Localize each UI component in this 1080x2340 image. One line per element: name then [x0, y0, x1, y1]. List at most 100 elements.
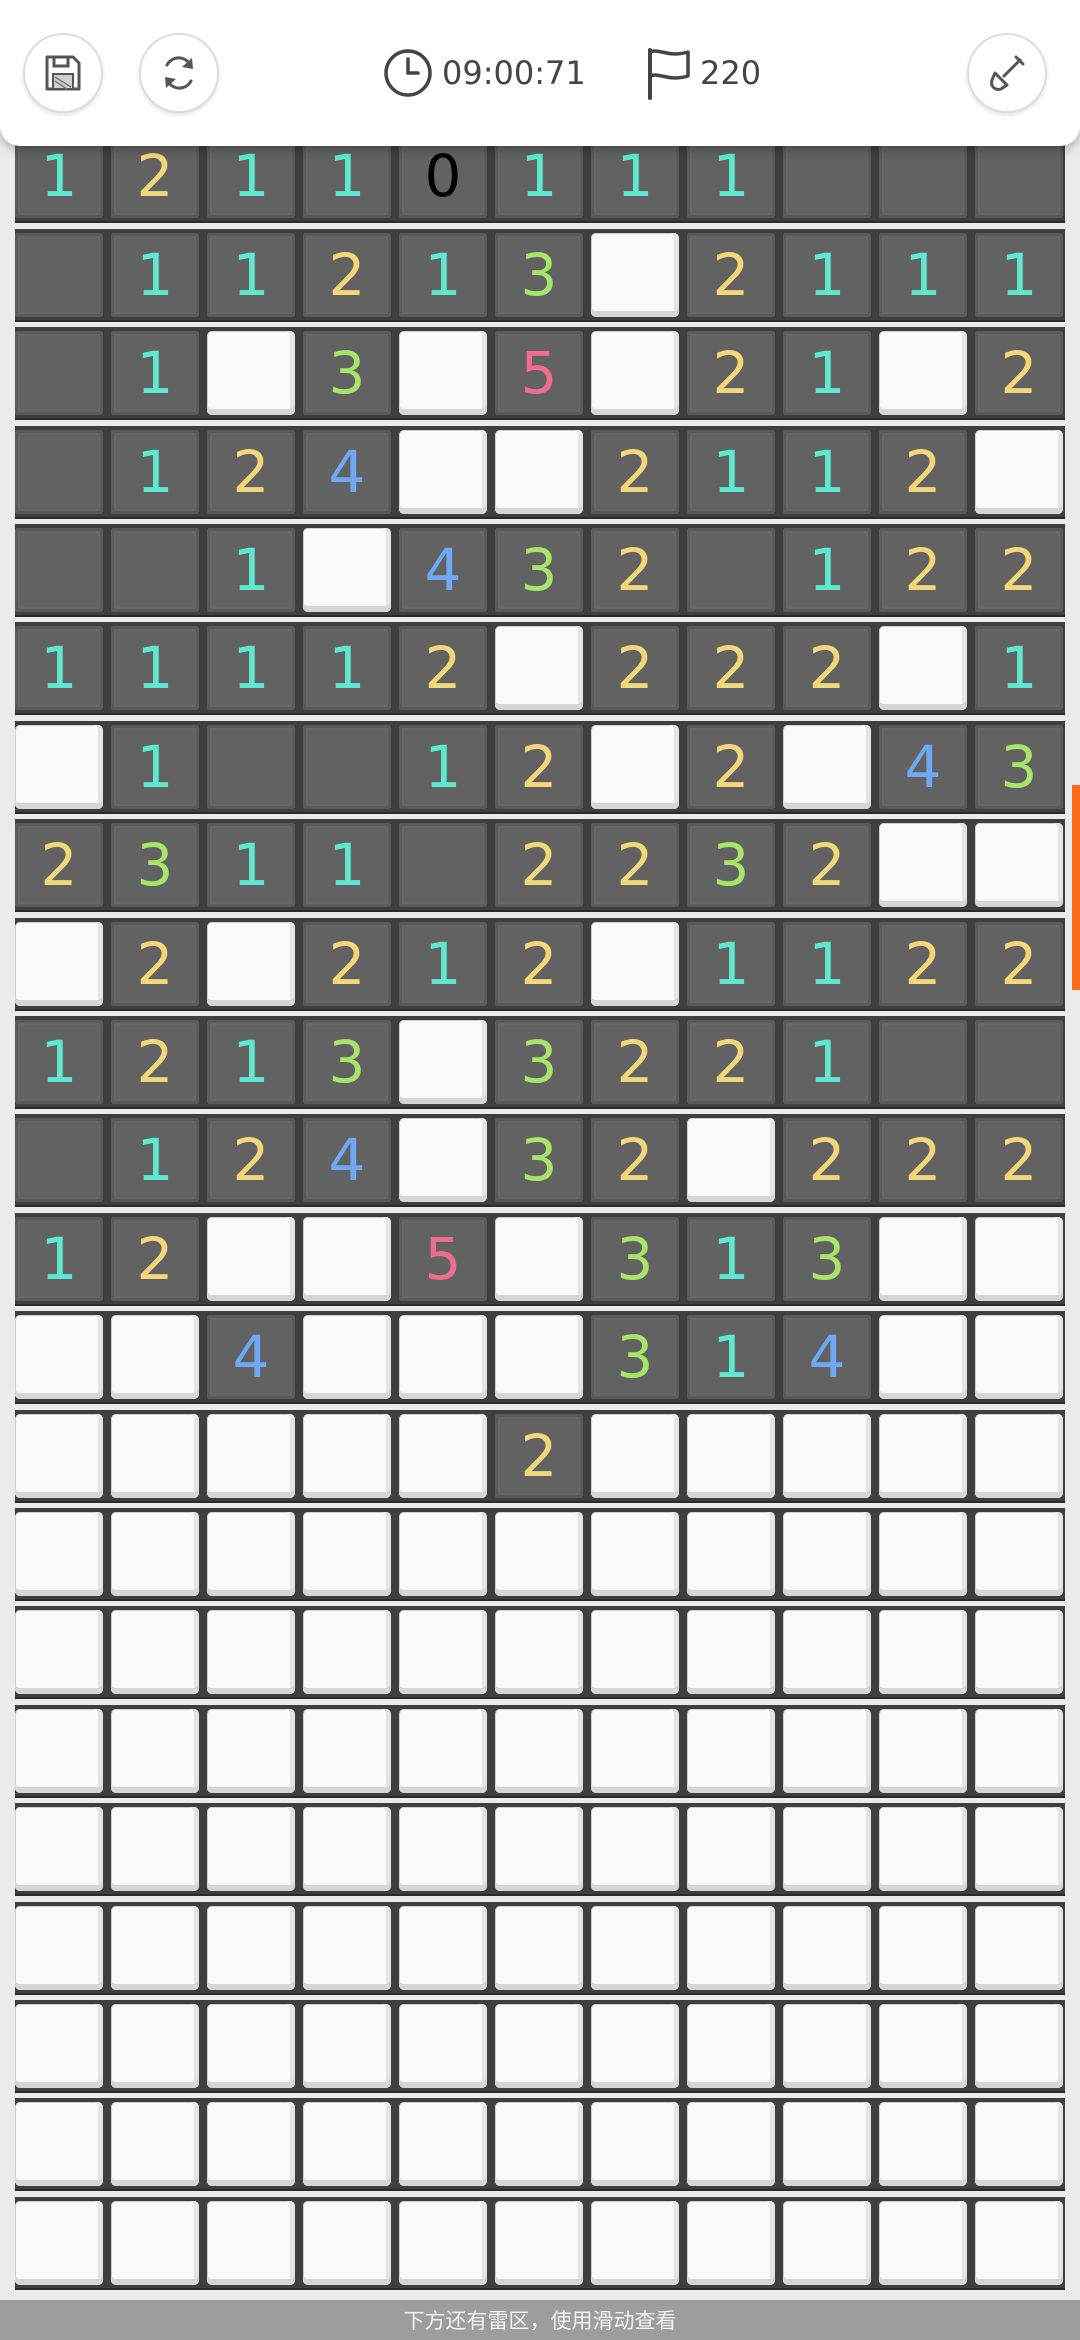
covered-cell[interactable] [207, 1610, 295, 1695]
number-cell[interactable]: 1 [111, 232, 199, 317]
number-cell[interactable]: 1 [783, 921, 871, 1006]
covered-cell[interactable] [783, 2102, 871, 2187]
covered-cell[interactable] [111, 1512, 199, 1596]
covered-cell[interactable] [303, 1708, 391, 1793]
covered-cell[interactable] [15, 1807, 103, 1892]
number-cell[interactable]: 2 [207, 1118, 295, 1203]
covered-cell[interactable] [399, 2200, 487, 2285]
covered-cell[interactable] [303, 1807, 391, 1892]
covered-cell[interactable] [303, 1512, 391, 1596]
number-cell[interactable]: 1 [15, 134, 103, 219]
number-cell[interactable]: 1 [207, 1020, 295, 1104]
number-cell[interactable]: 2 [783, 626, 871, 711]
covered-cell[interactable] [687, 1905, 775, 1990]
number-cell[interactable]: 2 [879, 1118, 967, 1203]
number-cell[interactable]: 2 [495, 724, 583, 809]
number-cell[interactable]: 1 [783, 331, 871, 416]
number-cell[interactable]: 2 [591, 823, 679, 908]
covered-cell[interactable] [975, 1610, 1063, 1695]
empty-cell[interactable] [783, 134, 871, 219]
covered-cell[interactable] [15, 2004, 103, 2088]
covered-cell[interactable] [399, 1610, 487, 1695]
covered-cell[interactable] [687, 1610, 775, 1695]
empty-cell[interactable] [111, 528, 199, 612]
covered-cell[interactable] [975, 1512, 1063, 1596]
empty-cell[interactable] [15, 232, 103, 317]
number-cell[interactable]: 1 [111, 331, 199, 416]
covered-cell[interactable] [591, 1807, 679, 1892]
covered-cell[interactable] [591, 1610, 679, 1695]
number-cell[interactable]: 3 [111, 823, 199, 908]
number-cell[interactable]: 2 [879, 429, 967, 514]
covered-cell[interactable] [15, 1413, 103, 1498]
number-cell[interactable]: 2 [303, 232, 391, 317]
covered-cell[interactable] [399, 2102, 487, 2187]
covered-cell[interactable] [111, 2102, 199, 2187]
covered-cell[interactable] [207, 1905, 295, 1990]
covered-cell[interactable] [207, 1413, 295, 1498]
number-cell[interactable]: 2 [15, 823, 103, 908]
number-cell[interactable]: 3 [495, 232, 583, 317]
covered-cell[interactable] [207, 331, 295, 416]
number-cell[interactable]: 1 [303, 823, 391, 908]
covered-cell[interactable] [15, 1610, 103, 1695]
covered-cell[interactable] [303, 528, 391, 612]
number-cell[interactable]: 3 [303, 1020, 391, 1104]
number-cell[interactable]: 2 [975, 528, 1063, 612]
covered-cell[interactable] [591, 1512, 679, 1596]
covered-cell[interactable] [495, 1512, 583, 1596]
covered-cell[interactable] [111, 1610, 199, 1695]
covered-cell[interactable] [591, 724, 679, 809]
covered-cell[interactable] [303, 2004, 391, 2088]
number-cell[interactable]: 1 [15, 1216, 103, 1301]
empty-cell[interactable] [879, 134, 967, 219]
covered-cell[interactable] [15, 1512, 103, 1596]
covered-cell[interactable] [207, 1708, 295, 1793]
empty-cell[interactable] [15, 528, 103, 612]
covered-cell[interactable] [495, 1610, 583, 1695]
number-cell[interactable]: 2 [495, 1413, 583, 1498]
covered-cell[interactable] [591, 2004, 679, 2088]
covered-cell[interactable] [687, 1413, 775, 1498]
covered-cell[interactable] [783, 1610, 871, 1695]
covered-cell[interactable] [303, 1315, 391, 1400]
covered-cell[interactable] [495, 2200, 583, 2285]
number-cell[interactable]: 3 [687, 823, 775, 908]
number-cell[interactable]: 2 [783, 823, 871, 908]
covered-cell[interactable] [495, 2004, 583, 2088]
covered-cell[interactable] [207, 2102, 295, 2187]
number-cell[interactable]: 5 [495, 331, 583, 416]
covered-cell[interactable] [495, 1807, 583, 1892]
number-cell[interactable]: 2 [591, 429, 679, 514]
covered-cell[interactable] [879, 1315, 967, 1400]
covered-cell[interactable] [207, 1216, 295, 1301]
number-cell[interactable]: 1 [879, 232, 967, 317]
empty-cell[interactable] [15, 429, 103, 514]
covered-cell[interactable] [15, 724, 103, 809]
covered-cell[interactable] [687, 1708, 775, 1793]
number-cell[interactable]: 2 [975, 331, 1063, 416]
covered-cell[interactable] [399, 331, 487, 416]
covered-cell[interactable] [783, 1413, 871, 1498]
number-cell[interactable]: 1 [15, 1020, 103, 1104]
number-cell[interactable]: 3 [975, 724, 1063, 809]
covered-cell[interactable] [111, 1905, 199, 1990]
covered-cell[interactable] [111, 1708, 199, 1793]
number-cell[interactable]: 1 [975, 626, 1063, 711]
number-cell[interactable]: 2 [975, 921, 1063, 1006]
covered-cell[interactable] [303, 1216, 391, 1301]
empty-cell[interactable] [687, 528, 775, 612]
covered-cell[interactable] [879, 2200, 967, 2285]
number-cell[interactable]: 2 [591, 528, 679, 612]
number-cell[interactable]: 1 [783, 232, 871, 317]
number-cell[interactable]: 1 [399, 724, 487, 809]
scroll-indicator[interactable] [1072, 785, 1080, 990]
number-cell[interactable]: 4 [303, 429, 391, 514]
covered-cell[interactable] [879, 1905, 967, 1990]
covered-cell[interactable] [879, 2102, 967, 2187]
covered-cell[interactable] [687, 2200, 775, 2285]
number-cell[interactable]: 1 [207, 823, 295, 908]
number-cell[interactable]: 1 [495, 134, 583, 219]
number-cell[interactable]: 2 [879, 921, 967, 1006]
covered-cell[interactable] [783, 1807, 871, 1892]
